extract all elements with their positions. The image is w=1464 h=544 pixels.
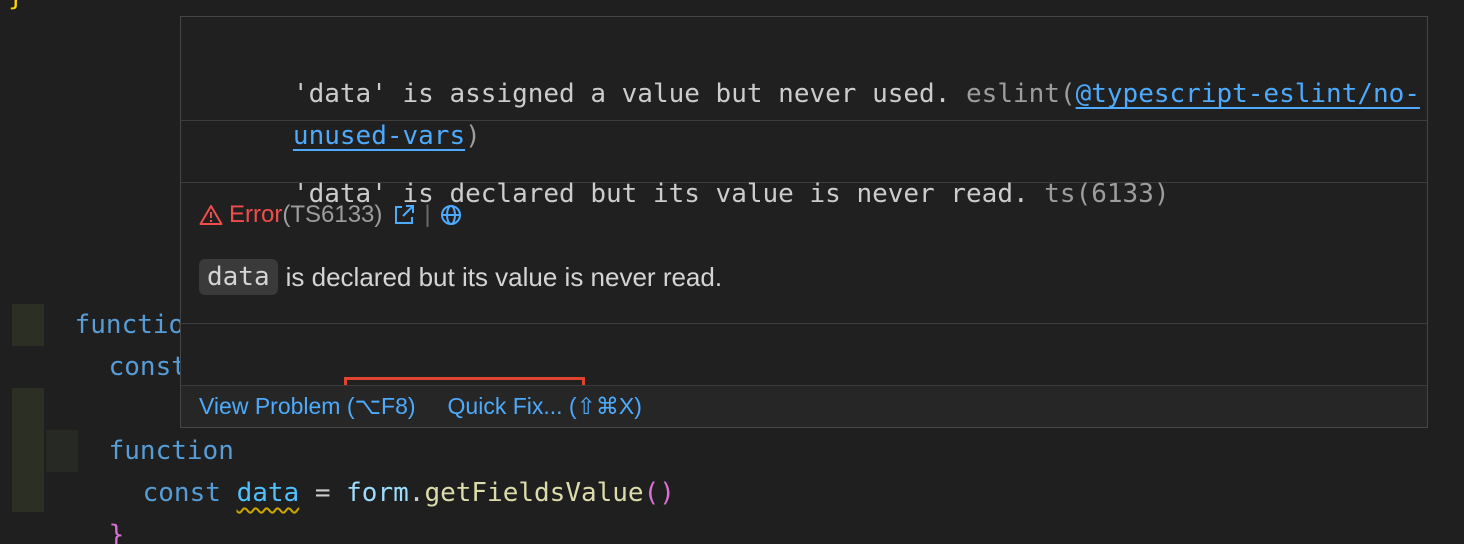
ts-source: ts(6133): [1044, 179, 1170, 209]
error-description: data is declared but its value is never …: [199, 257, 722, 297]
ts-diagnostic: 'data' is declared but its value is neve…: [181, 121, 1427, 209]
closing-brace: }: [108, 520, 125, 544]
inline-code-data: data: [199, 259, 278, 295]
description-text: is declared but its value is never read.: [285, 261, 723, 292]
view-problem-button[interactable]: View Problem (⌥F8): [199, 393, 416, 420]
hover-actions-bar: View Problem (⌥F8) Quick Fix... (⇧⌘X): [181, 385, 1427, 427]
closing-brace: }: [8, 0, 24, 12]
code-line-closing-brace: }: [46, 472, 125, 544]
indent-guide: [12, 388, 44, 512]
keyword: const: [142, 478, 221, 508]
error-status-row: Error (TS6133) |: [199, 195, 463, 235]
code-line-const-data: const data = form.getFieldsValue(): [80, 430, 675, 508]
separator: |: [424, 201, 431, 228]
severity-label: Error: [229, 201, 283, 228]
indent-guide: [46, 430, 78, 472]
data-variable-warning[interactable]: data: [237, 478, 300, 508]
keyword: const: [108, 352, 187, 382]
method-name: getFieldsValue: [424, 478, 644, 508]
open-external-icon[interactable]: [392, 203, 416, 227]
indent-guide: [12, 304, 44, 346]
eslint-rule-link[interactable]: @typescript-eslint/no-: [1076, 79, 1420, 109]
parens: (): [643, 478, 675, 508]
warning-triangle-icon: [199, 204, 223, 226]
eslint-source-prefix: eslint(: [966, 79, 1076, 109]
hover-tooltip: 'data' is assigned a value but never use…: [180, 16, 1428, 428]
divider: [181, 323, 1427, 324]
type-signature: constdata: formData: [199, 337, 586, 417]
dot: .: [408, 478, 425, 508]
quick-fix-button[interactable]: Quick Fix... (⇧⌘X): [448, 393, 642, 420]
eslint-diagnostic: 'data' is assigned a value but never use…: [181, 17, 1427, 151]
error-code: (TS6133): [282, 201, 383, 228]
operator: =: [299, 478, 347, 508]
form-object: form: [346, 478, 409, 508]
globe-icon[interactable]: [439, 203, 463, 227]
